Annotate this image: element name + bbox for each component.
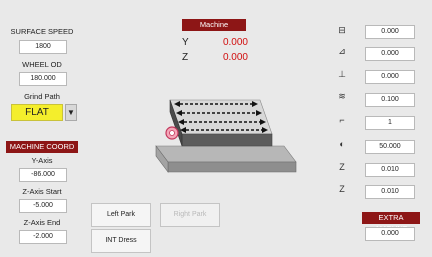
z-axis-start-label: Z-Axis Start (22, 187, 62, 196)
z-feed-field[interactable]: 0.010 (365, 163, 415, 177)
base-block-front (167, 161, 297, 173)
left-park-button[interactable]: Left Park (91, 203, 151, 227)
surface-speed-label: SURFACE SPEED (10, 27, 74, 36)
dress-angle-field[interactable]: 0.000 (365, 47, 415, 61)
machine-z-label: Z (182, 52, 189, 63)
dress-amount-icon: ⊟ (338, 25, 346, 35)
y-axis-field[interactable]: -86.000 (19, 168, 67, 182)
z-step-field[interactable]: 0.010 (365, 185, 415, 199)
machine-y-label: Y (182, 37, 189, 48)
base-block-top (155, 145, 297, 163)
grind-path-select[interactable]: FLAT (11, 104, 63, 121)
wheel-od-field[interactable]: 180.000 (19, 72, 67, 86)
machine-header: Machine (182, 19, 246, 31)
pass-count-icon: ⌐ (339, 115, 345, 125)
right-park-button[interactable]: Right Park (160, 203, 220, 227)
machine-coord-header: MACHINE COORD (6, 141, 78, 153)
y-axis-label: Y-Axis (31, 156, 53, 165)
z-step-icon: Z (339, 184, 345, 194)
dress-angle-icon: ⊿ (338, 46, 346, 56)
grind-path-illustration (155, 99, 297, 173)
machine-z-value: 0.000 (222, 52, 248, 63)
dress-feed-icon: ≋ (338, 91, 346, 101)
wheel-speed-icon: ◐ (339, 139, 345, 149)
wheel-speed-field[interactable]: 50.000 (365, 140, 415, 154)
z-feed-icon: Z (339, 162, 345, 172)
pass-count-field[interactable]: 1 (365, 116, 415, 130)
extra-amount-field[interactable]: 0.000 (365, 227, 415, 241)
surface-speed-field[interactable]: 1800 (19, 40, 67, 54)
workpiece-front (181, 133, 273, 147)
machine-y-value: 0.000 (222, 37, 248, 48)
int-dress-button[interactable]: INT Dress (91, 229, 151, 253)
wheel-od-label: WHEEL OD (22, 60, 62, 69)
z-axis-end-field[interactable]: -2.000 (19, 230, 67, 244)
extra-amount-header: EXTRA AMOUNT (362, 212, 420, 233)
dress-down-icon: ⊥ (338, 69, 346, 79)
dress-down-field[interactable]: 0.000 (365, 70, 415, 84)
grind-path-label: Grind Path (24, 92, 60, 101)
dress-amount-field[interactable]: 0.000 (365, 25, 415, 39)
grind-path-dropdown-icon[interactable]: ▼ (65, 104, 77, 121)
z-axis-end-label: Z-Axis End (23, 218, 61, 227)
dress-feed-field[interactable]: 0.100 (365, 93, 415, 107)
z-axis-start-field[interactable]: -5.000 (19, 199, 67, 213)
